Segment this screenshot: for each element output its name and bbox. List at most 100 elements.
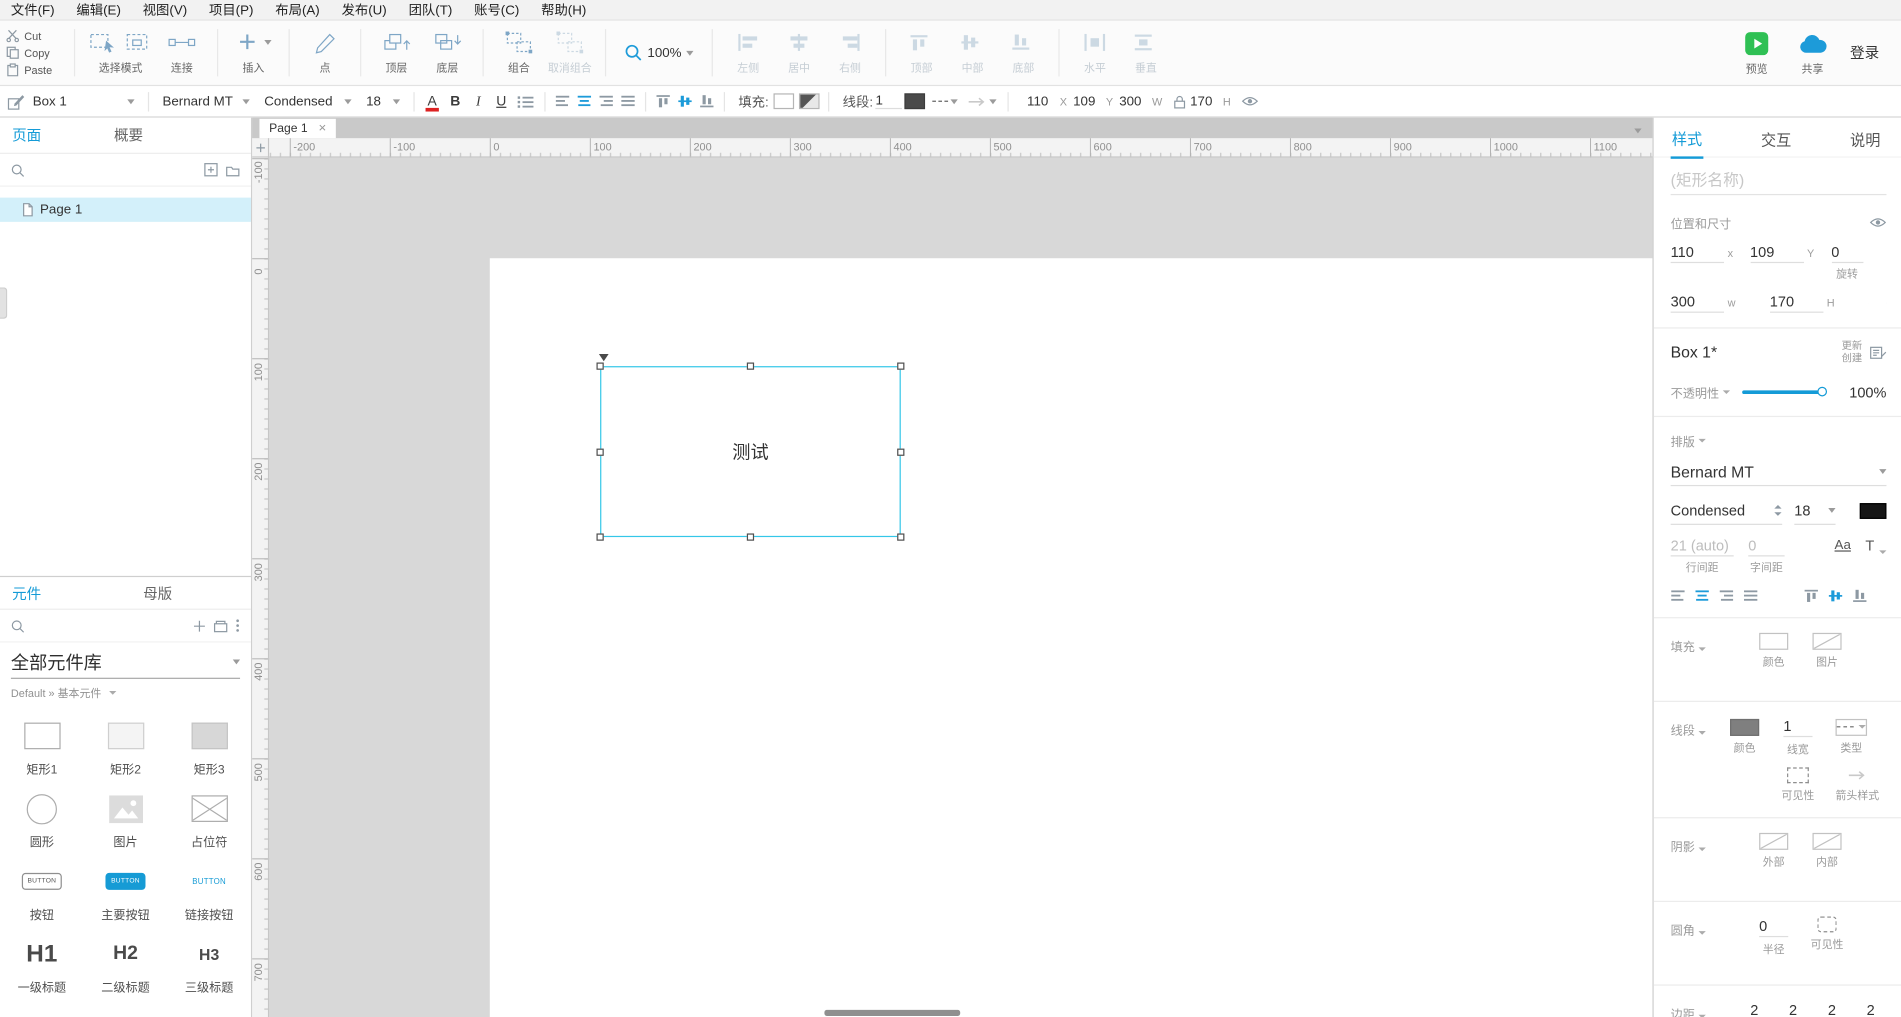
- insert-button[interactable]: 插入: [229, 28, 277, 85]
- vertical-align-middle-button[interactable]: [678, 95, 693, 108]
- opacity-slider[interactable]: [1742, 390, 1822, 394]
- text-align-center-button[interactable]: [577, 95, 592, 108]
- y-input[interactable]: [1073, 94, 1105, 109]
- pages-search-input[interactable]: [32, 162, 197, 177]
- w-input[interactable]: [1671, 292, 1724, 313]
- corner-radius-input[interactable]: [1759, 917, 1788, 938]
- bullet-list-button[interactable]: [516, 94, 534, 109]
- style-manager-icon[interactable]: [1869, 345, 1886, 360]
- text-align-center-button[interactable]: [1695, 589, 1710, 602]
- canvas-tab-page1[interactable]: Page 1 ×: [259, 119, 336, 138]
- lock-icon[interactable]: [1173, 94, 1185, 109]
- font-family-select[interactable]: Bernard MT: [155, 89, 257, 113]
- tab-masters[interactable]: 母版: [143, 583, 172, 604]
- page-tree-item-page1[interactable]: Page 1: [0, 198, 251, 222]
- tab-notes[interactable]: 说明: [1849, 118, 1882, 158]
- text-align-justify-button[interactable]: [621, 95, 636, 108]
- corner-visibility-button[interactable]: 可见性: [1804, 917, 1850, 970]
- italic-button[interactable]: I: [467, 90, 490, 112]
- font-size-select[interactable]: 18: [359, 89, 407, 113]
- distribute-horizontal-button[interactable]: 水平: [1071, 28, 1119, 85]
- menu-item[interactable]: 账号(C): [463, 0, 530, 19]
- cut-button[interactable]: Cut: [6, 29, 70, 42]
- underline-button[interactable]: U: [490, 90, 513, 112]
- menu-item[interactable]: 发布(U): [331, 0, 398, 19]
- widget-item-link-button[interactable]: BUTTON链接按钮: [167, 854, 251, 927]
- text-align-right-button[interactable]: [599, 95, 614, 108]
- padding-bottom-input[interactable]: [1856, 1000, 1885, 1017]
- tab-interaction[interactable]: 交互: [1760, 118, 1793, 158]
- canvas-viewport[interactable]: 测试: [269, 158, 1652, 1017]
- text-align-left-button[interactable]: [1671, 589, 1686, 602]
- font-size-select[interactable]: 18: [1794, 497, 1835, 525]
- copy-button[interactable]: Copy: [6, 46, 70, 59]
- rotate-input[interactable]: [1831, 242, 1863, 263]
- panel-collapse-handle[interactable]: [0, 287, 7, 319]
- align-top-button[interactable]: 顶部: [897, 28, 945, 85]
- resize-handle[interactable]: [897, 362, 904, 369]
- align-center-button[interactable]: 居中: [775, 28, 823, 85]
- menu-item[interactable]: 编辑(E): [66, 0, 132, 19]
- w-input[interactable]: [1119, 94, 1151, 109]
- x-input[interactable]: [1671, 242, 1724, 263]
- fill-gradient-swatch[interactable]: [799, 93, 820, 109]
- letter-spacing-input[interactable]: [1748, 536, 1784, 557]
- menu-item[interactable]: 帮助(H): [530, 0, 597, 19]
- top-layer-button[interactable]: 顶层: [372, 28, 420, 85]
- library-select[interactable]: 全部元件库: [11, 646, 240, 679]
- widget-item-button[interactable]: BUTTON按钮: [0, 854, 84, 927]
- text-transform-button[interactable]: T: [1865, 537, 1886, 554]
- text-align-right-button[interactable]: [1719, 589, 1734, 602]
- font-family-select[interactable]: Bernard MT: [1671, 458, 1887, 486]
- line-type-button[interactable]: 类型: [1828, 718, 1874, 754]
- text-align-justify-button[interactable]: [1743, 589, 1758, 602]
- fill-color-button[interactable]: 颜色: [1751, 633, 1797, 686]
- add-page-icon[interactable]: [204, 162, 219, 177]
- selection-mode-button[interactable]: 选择模式: [86, 28, 155, 85]
- line-width-input[interactable]: [1783, 717, 1812, 738]
- slider-knob[interactable]: [1817, 386, 1827, 396]
- widget-item-h1[interactable]: H1一级标题: [0, 926, 84, 999]
- vertical-align-middle-button[interactable]: [1828, 589, 1843, 602]
- widget-item-rect3[interactable]: 矩形3: [167, 708, 251, 781]
- bold-button[interactable]: B: [444, 90, 467, 112]
- style-update-create[interactable]: 更新 创建: [1842, 341, 1863, 364]
- font-style-select[interactable]: Condensed: [1671, 497, 1783, 525]
- widget-item-rect2[interactable]: 矩形2: [84, 708, 168, 781]
- text-case-button[interactable]: Aa: [1835, 538, 1851, 553]
- line-height-input[interactable]: [1671, 536, 1734, 557]
- shadow-inner-button[interactable]: 内部: [1804, 833, 1850, 886]
- zoom-control[interactable]: 100%: [610, 21, 708, 85]
- tab-pages[interactable]: 页面: [12, 125, 41, 146]
- align-left-button[interactable]: 左侧: [724, 28, 772, 85]
- add-library-icon[interactable]: [193, 619, 206, 632]
- tab-style[interactable]: 样式: [1671, 118, 1704, 159]
- bottom-layer-button[interactable]: 底层: [423, 28, 471, 85]
- library-breadcrumb[interactable]: Default » 基本元件: [11, 685, 240, 701]
- close-icon[interactable]: ×: [318, 122, 326, 134]
- eye-icon[interactable]: [1242, 96, 1259, 107]
- x-input[interactable]: [1027, 94, 1059, 109]
- align-bottom-button[interactable]: 底部: [999, 28, 1047, 85]
- widget-item-circle[interactable]: 圆形: [0, 781, 84, 854]
- line-visibility-button[interactable]: 可见性: [1775, 767, 1821, 802]
- add-folder-icon[interactable]: [226, 163, 241, 176]
- fill-color-swatch[interactable]: [774, 93, 795, 109]
- paste-button[interactable]: Paste: [6, 63, 70, 76]
- padding-left-field[interactable]: 左侧: [1739, 1000, 1771, 1017]
- group-button[interactable]: 组合: [495, 28, 543, 85]
- shadow-outer-button[interactable]: 外部: [1751, 833, 1797, 886]
- selected-widget[interactable]: 测试: [600, 366, 901, 537]
- padding-left-input[interactable]: [1740, 1000, 1769, 1017]
- connect-button[interactable]: 连接: [158, 28, 206, 85]
- widget-item-placeholder[interactable]: 占位符: [167, 781, 251, 854]
- arrow-style-button[interactable]: 箭头样式: [1828, 767, 1886, 802]
- corner-radius-field[interactable]: 半径: [1751, 917, 1797, 970]
- menu-item[interactable]: 布局(A): [264, 0, 330, 19]
- vertical-align-top-button[interactable]: [1804, 589, 1819, 602]
- resize-handle[interactable]: [596, 533, 603, 540]
- arrow-style-select[interactable]: [968, 95, 997, 107]
- widget-item-h3[interactable]: H3三级标题: [167, 926, 251, 999]
- widget-item-rect1[interactable]: 矩形1: [0, 708, 84, 781]
- login-button[interactable]: 登录: [1850, 42, 1879, 63]
